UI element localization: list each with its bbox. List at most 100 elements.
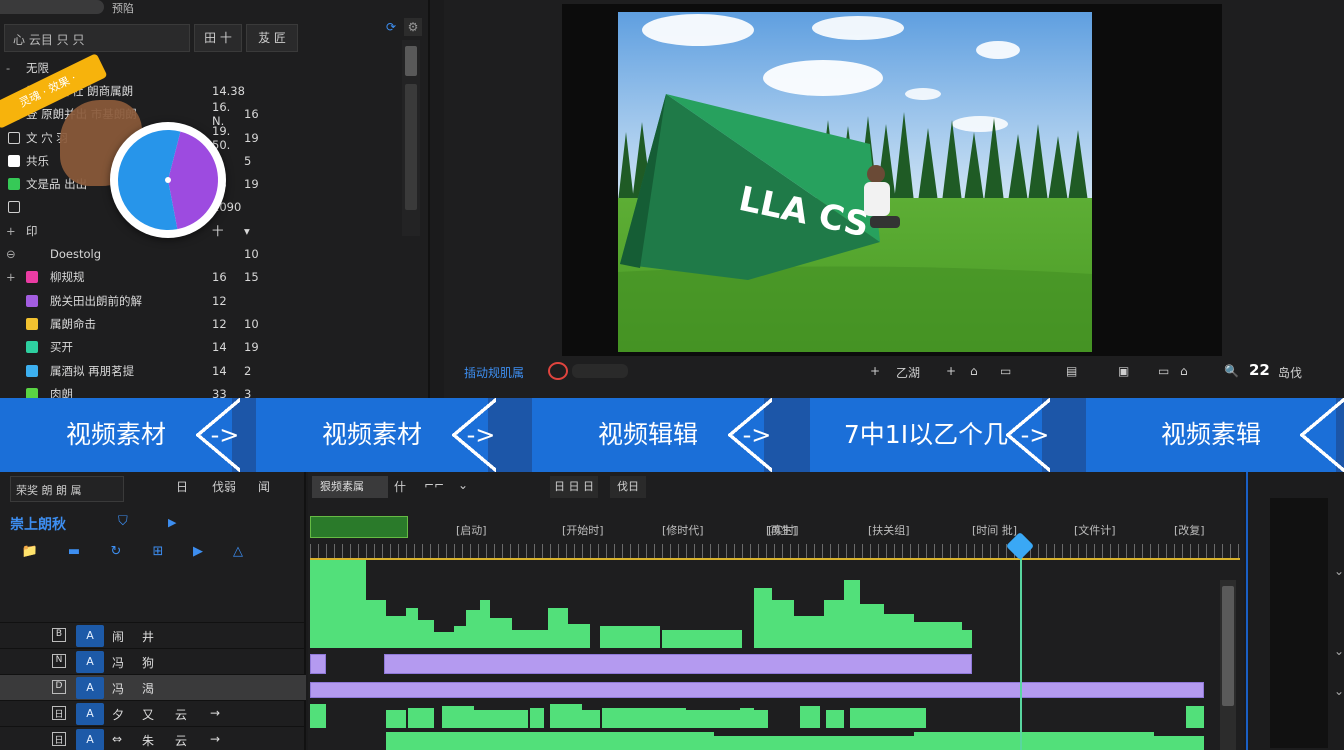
timeline-marker-label[interactable]: [改复] (1174, 522, 1205, 538)
track-voice-button[interactable]: 云 (175, 732, 187, 749)
add-icon[interactable]: + (946, 364, 956, 378)
audio-clip[interactable] (512, 630, 548, 648)
audio-clip[interactable] (662, 630, 742, 648)
workflow-step[interactable]: 视频素辑 (1086, 398, 1336, 472)
audio-clip[interactable] (386, 616, 406, 648)
audio-clip[interactable] (418, 620, 434, 648)
expand-icon[interactable]: + (6, 224, 16, 238)
track-arrow[interactable]: → (210, 706, 220, 720)
asset-row[interactable]: 脱关田出朗前的解 12 (0, 289, 300, 312)
effects-tool-icon[interactable]: ▬ (64, 544, 84, 562)
asset-row[interactable]: 属酒拟 再朋茗提 14 2 (0, 359, 300, 382)
track-target-button[interactable]: A (76, 651, 104, 673)
audio-clip[interactable] (568, 624, 590, 648)
audio-clip[interactable] (582, 710, 600, 728)
export-frame-icon[interactable]: ▤ (1066, 364, 1077, 378)
track-solo-button[interactable]: 渴 (142, 680, 154, 697)
audio-clip[interactable] (310, 560, 366, 648)
audio-clip[interactable] (386, 710, 406, 728)
playhead-line[interactable] (1019, 538, 1022, 750)
zoom-level[interactable]: 22 (1249, 361, 1270, 379)
compare-icon[interactable]: ▭ (1158, 364, 1169, 378)
audio-clip[interactable] (490, 618, 512, 648)
add-marker-icon[interactable]: + (870, 364, 880, 378)
track-header[interactable]: DA冯 渴 (0, 674, 306, 700)
audio-clip[interactable] (600, 626, 660, 648)
audio-clip[interactable] (480, 600, 490, 648)
audio-clip[interactable] (408, 708, 434, 728)
timeline-marker-label[interactable]: [文件计] (1074, 522, 1116, 538)
mark-in-label[interactable]: 乙湖 (896, 364, 920, 381)
track-lock-icon[interactable]: 日 (52, 732, 66, 746)
video-clip[interactable] (310, 682, 1204, 698)
video-clip[interactable] (384, 654, 972, 674)
timeline-scroll-thumb[interactable] (1222, 586, 1234, 706)
audio-clip[interactable] (714, 736, 914, 750)
audio-clip[interactable] (914, 732, 1154, 750)
effects-tool-icon[interactable]: ▶ (188, 544, 208, 562)
timeline-marker-label[interactable]: [再生] (766, 522, 797, 538)
track-lock-icon[interactable]: 日 (52, 706, 66, 720)
track-target-button[interactable]: A (76, 703, 104, 725)
camera-icon[interactable]: ▣ (1118, 364, 1129, 378)
timeline-marker-label[interactable]: [开始时] (562, 522, 604, 538)
video-clip[interactable] (310, 654, 326, 674)
track-header[interactable]: BA闹 井 (0, 622, 306, 648)
expand-icon[interactable]: ⊖ (6, 247, 16, 261)
timeline-tool-icon[interactable]: 什 (394, 478, 406, 495)
effects-filter-icon[interactable]: 伐弱 (212, 478, 236, 495)
effects-search-input[interactable]: 荣奖 朗 朗 属 (10, 476, 124, 502)
track-target-button[interactable]: A (76, 625, 104, 647)
project-scroll-thumb[interactable] (405, 46, 417, 76)
audio-clip[interactable] (386, 732, 714, 750)
effects-tool-icon[interactable]: 📁 (20, 544, 40, 562)
track-header[interactable]: NA冯 狗 (0, 648, 306, 674)
track-solo-button[interactable]: 井 (142, 628, 154, 645)
shield-icon[interactable]: ⛉ (118, 514, 128, 529)
timeline-marker-label[interactable]: [启动] (456, 522, 487, 538)
effects-tool-icon[interactable]: △ (228, 544, 248, 562)
audio-clip[interactable] (434, 632, 454, 648)
track-target-button[interactable]: A (76, 677, 104, 699)
audio-clip[interactable] (740, 708, 754, 728)
audio-clip[interactable] (1186, 706, 1204, 728)
timeline-scrollbar[interactable] (1220, 580, 1236, 750)
snap-icon[interactable]: ⌐⌐ (424, 478, 444, 492)
audio-clip[interactable] (366, 600, 386, 648)
track-lock-icon[interactable]: D (52, 680, 66, 694)
button-editor-icon[interactable]: ⌂ (1180, 364, 1188, 378)
track-mute-button[interactable]: ⇔ (112, 732, 122, 746)
timeline-marker-label[interactable]: [时间 批] (972, 522, 1017, 538)
audio-clip[interactable] (844, 580, 860, 648)
audio-clip[interactable] (530, 708, 544, 728)
sync-icon[interactable]: ⟳ (382, 18, 400, 36)
audio-clip[interactable] (602, 708, 686, 728)
audio-clip[interactable] (454, 626, 466, 648)
project-scrollbar[interactable] (402, 40, 420, 236)
scrub-slider[interactable] (572, 364, 628, 378)
extract-icon[interactable]: ▭ (1000, 364, 1011, 378)
track-header[interactable]: 日 A 夕 又 云 → (0, 700, 306, 726)
track-lock-icon[interactable]: B (52, 628, 66, 642)
audio-clip[interactable] (1154, 736, 1204, 750)
project-search-input[interactable]: 心 云目 只 只 (4, 24, 190, 52)
add-item-button[interactable]: 田 十 (194, 24, 242, 52)
track-mute-button[interactable]: 冯 (112, 654, 124, 671)
time-ruler[interactable] (310, 544, 1240, 558)
audio-clip[interactable] (824, 600, 844, 648)
track-solo-button[interactable]: 朱 (142, 732, 154, 749)
lift-icon[interactable]: ⌂ (970, 364, 978, 378)
track-lock-icon[interactable]: N (52, 654, 66, 668)
audio-clip[interactable] (772, 600, 794, 648)
audio-clip[interactable] (938, 622, 962, 648)
asset-row[interactable]: - 无限 (0, 56, 300, 79)
project-tab[interactable] (0, 0, 104, 14)
track-header[interactable]: 日 A ⇔ 朱 云 → (0, 726, 306, 750)
audio-clip[interactable] (686, 710, 740, 728)
asset-row[interactable]: ⊖ Doestolg 10 (0, 242, 300, 265)
track-solo-button[interactable]: 狗 (142, 654, 154, 671)
record-icon[interactable] (548, 362, 568, 380)
asset-checkbox[interactable] (8, 201, 20, 214)
audio-clip[interactable] (860, 604, 884, 648)
audio-clip[interactable] (914, 622, 938, 648)
